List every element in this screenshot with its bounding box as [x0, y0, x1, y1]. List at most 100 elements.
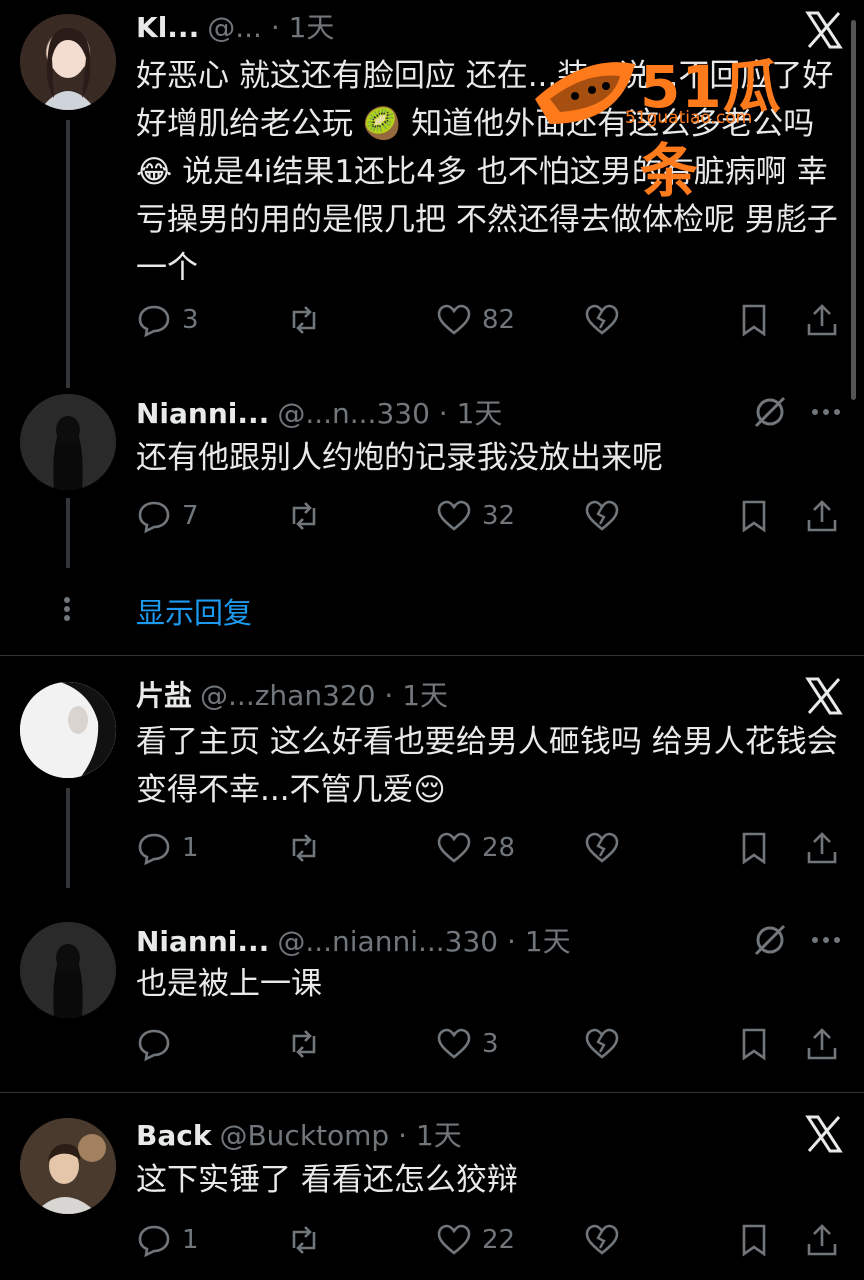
reply-post[interactable]: Back @Bucktomp · 1天 这下实锤了 看看还怎么狡辩 1 22 — [0, 1108, 864, 1280]
reply-button[interactable]: 3 — [136, 300, 199, 340]
bookmark-icon — [742, 500, 766, 533]
share-icon — [807, 832, 837, 864]
reply-button[interactable] — [136, 1024, 182, 1064]
reply-post[interactable]: 片盐 @...zhan320 · 1天 看了主页 这么好看也要给男人砸钱吗 给男人… — [0, 670, 864, 890]
like-count: 22 — [482, 1225, 516, 1255]
dislike-button[interactable] — [584, 1220, 620, 1260]
dislike-button[interactable] — [584, 828, 620, 868]
reply-button[interactable]: 7 — [136, 496, 199, 536]
reply-icon — [138, 501, 170, 534]
reply-button[interactable]: 1 — [136, 828, 199, 868]
reply-icon — [138, 1225, 170, 1258]
heart-icon — [437, 1028, 471, 1059]
action-bar: 7 32 — [136, 496, 837, 536]
display-name[interactable]: Nianni... — [136, 925, 269, 958]
avatar[interactable] — [20, 682, 116, 778]
share-button[interactable] — [804, 1220, 840, 1260]
bookmark-button[interactable] — [736, 828, 772, 868]
like-button[interactable]: 82 — [436, 300, 515, 340]
post-text: 还有他跟别人约炮的记录我没放出来呢 — [136, 440, 663, 476]
share-icon — [807, 1224, 837, 1256]
bookmark-button[interactable] — [736, 496, 772, 536]
post-header: Nianni... @...n...330 · 1天 — [136, 392, 502, 432]
retweet-button[interactable] — [286, 496, 332, 536]
heart-icon — [437, 832, 471, 863]
action-bar: 1 28 — [136, 828, 837, 868]
divider — [0, 655, 864, 656]
like-button[interactable]: 32 — [436, 496, 515, 536]
retweet-icon — [292, 834, 316, 862]
like-button[interactable]: 22 — [436, 1220, 515, 1260]
reply-count: 1 — [182, 833, 199, 863]
x-logo-icon — [804, 676, 844, 716]
avatar[interactable] — [20, 14, 116, 110]
post-text: 这下实锤了 看看还怎么狡辩 — [136, 1162, 518, 1198]
bookmark-button[interactable] — [736, 1024, 772, 1064]
dislike-button[interactable] — [584, 1024, 620, 1064]
reply-icon — [138, 833, 170, 866]
handle-time: @...zhan320 · 1天 — [200, 679, 449, 712]
thread-line — [66, 788, 70, 888]
bookmark-button[interactable] — [736, 1220, 772, 1260]
retweet-icon — [292, 1030, 316, 1058]
display-name[interactable]: Back — [136, 1119, 211, 1152]
more-options-icon[interactable] — [806, 920, 846, 960]
more-options-icon[interactable] — [806, 392, 846, 432]
reply-button[interactable]: 1 — [136, 1220, 199, 1260]
retweet-button[interactable] — [286, 300, 332, 340]
post-text: 看了主页 这么好看也要给男人砸钱吗 给男人花钱会变得不幸...不管几爱😌 — [136, 724, 838, 808]
share-icon — [807, 304, 837, 336]
heart-icon — [437, 500, 471, 531]
broken-heart-icon — [585, 304, 619, 335]
post-header: Kl... @... · 1天 — [136, 6, 334, 46]
heart-icon — [437, 1224, 471, 1255]
reply-count: 3 — [182, 305, 199, 335]
action-bar: 1 22 — [136, 1220, 837, 1260]
display-name[interactable]: Kl... — [136, 11, 199, 44]
action-bar: 3 — [136, 1024, 837, 1064]
bookmark-icon — [742, 832, 766, 865]
thread-dots — [64, 594, 72, 624]
grok-icon[interactable] — [750, 920, 790, 960]
broken-heart-icon — [585, 500, 619, 531]
watermark-url: 51guatiao.com — [625, 108, 753, 128]
share-icon — [807, 1028, 837, 1060]
avatar[interactable] — [20, 394, 116, 490]
like-button[interactable]: 28 — [436, 828, 515, 868]
reply-post[interactable]: Nianni... @...nianni...330 · 1天 也是被上一课 3 — [0, 918, 864, 1078]
share-icon — [807, 500, 837, 532]
dislike-button[interactable] — [584, 300, 620, 340]
bookmark-button[interactable] — [736, 300, 772, 340]
like-button[interactable]: 3 — [436, 1024, 499, 1064]
avatar[interactable] — [20, 922, 116, 1018]
post-text: 也是被上一课 — [136, 966, 322, 1002]
like-count: 82 — [482, 305, 516, 335]
retweet-button[interactable] — [286, 1220, 332, 1260]
avatar[interactable] — [20, 1118, 116, 1214]
post-header: Back @Bucktomp · 1天 — [136, 1114, 462, 1154]
reply-icon — [138, 305, 170, 338]
share-button[interactable] — [804, 300, 840, 340]
like-count: 3 — [482, 1029, 499, 1059]
share-button[interactable] — [804, 496, 840, 536]
show-replies-link[interactable]: 显示回复 — [136, 590, 252, 632]
bookmark-icon — [742, 304, 766, 337]
watermelon-logo-icon — [535, 62, 635, 124]
divider — [0, 1092, 864, 1093]
display-name[interactable]: Nianni... — [136, 397, 269, 430]
grok-icon[interactable] — [750, 392, 790, 432]
x-logo-icon — [804, 1114, 844, 1154]
retweet-button[interactable] — [286, 1024, 332, 1064]
bookmark-icon — [742, 1028, 766, 1061]
reply-post[interactable]: Nianni... @...n...330 · 1天 还有他跟别人约炮的记录我没放… — [0, 390, 864, 570]
display-name[interactable]: 片盐 — [136, 679, 192, 712]
bookmark-icon — [742, 1224, 766, 1257]
handle-time: @Bucktomp · 1天 — [219, 1119, 462, 1152]
retweet-button[interactable] — [286, 828, 332, 868]
dislike-button[interactable] — [584, 496, 620, 536]
reply-count: 1 — [182, 1225, 199, 1255]
share-button[interactable] — [804, 1024, 840, 1064]
thread-line — [66, 120, 70, 388]
share-button[interactable] — [804, 828, 840, 868]
like-count: 28 — [482, 833, 516, 863]
